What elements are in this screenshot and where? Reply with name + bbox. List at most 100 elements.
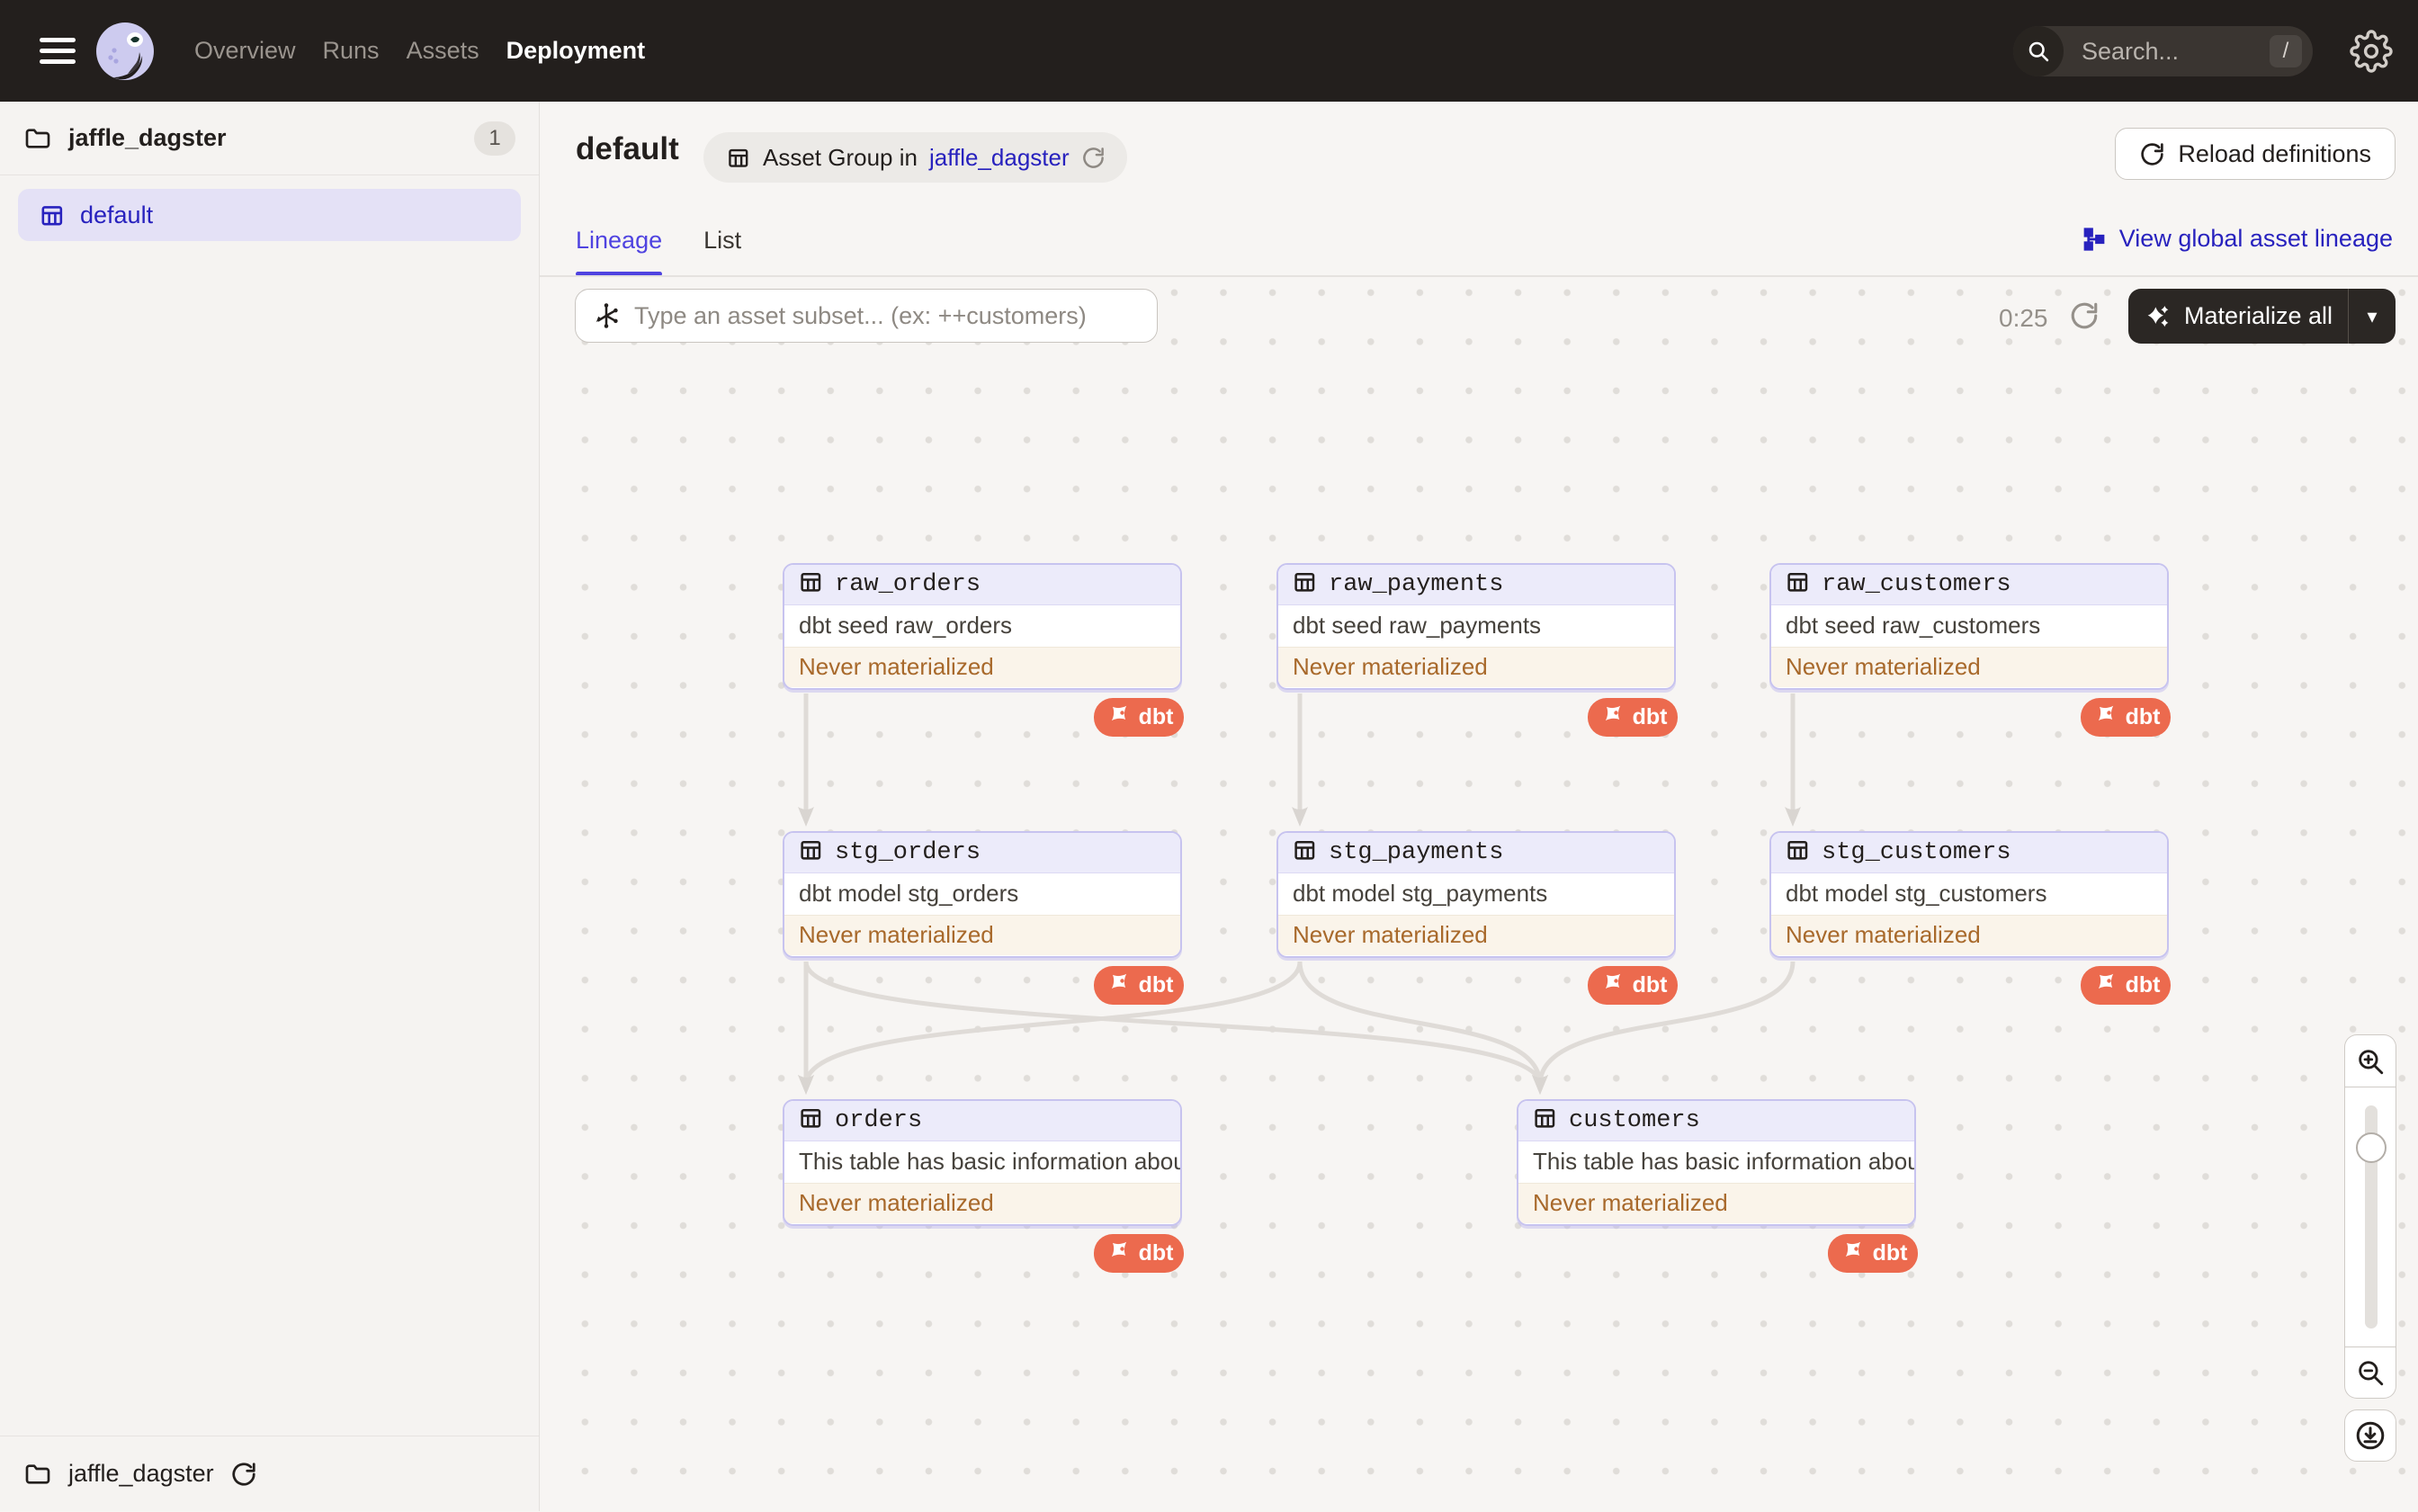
refresh-icon[interactable] [230, 1461, 257, 1488]
dbt-logo-icon [1599, 969, 1625, 1002]
asset-name: stg_customers [1822, 838, 2011, 866]
dbt-badge: dbt [1828, 1233, 1918, 1273]
asset-status: Never materialized [784, 646, 1180, 687]
lineage-icon [2083, 227, 2105, 251]
asset-node-stg_customers[interactable]: stg_customersdbt model stg_customers Neve… [1769, 830, 2169, 958]
download-icon [2356, 1421, 2385, 1450]
asset-node-header: raw_orders [784, 564, 1180, 605]
asset-status: Never materialized [1518, 1182, 1914, 1223]
nav-item-assets[interactable]: Assets [407, 37, 479, 65]
nav-item-overview[interactable]: Overview [194, 37, 296, 65]
code-location-link[interactable]: jaffle_dagster [929, 144, 1070, 172]
asset-group-count-badge: 1 [474, 121, 515, 156]
top-nav: Overview Runs Assets Deployment Search... / [0, 0, 2418, 102]
tab-list[interactable]: List [703, 221, 741, 276]
asset-name: raw_orders [835, 570, 981, 598]
gear-icon[interactable] [2350, 30, 2393, 73]
sidebar-footer-code-location[interactable]: jaffle_dagster [0, 1436, 539, 1511]
dbt-badge-label: dbt [1632, 971, 1668, 998]
table-icon [797, 837, 824, 868]
menu-icon[interactable] [40, 38, 76, 64]
tab-bar: Lineage List [576, 221, 741, 276]
chevron-down-icon: ▾ [2367, 304, 2378, 327]
asset-group-pill: Asset Group in jaffle_dagster [703, 132, 1127, 183]
zoom-in-button[interactable] [2344, 1034, 2396, 1087]
zoom-slider-handle[interactable] [2356, 1132, 2387, 1163]
materialize-all-button[interactable]: Materialize all ▾ [2128, 289, 2396, 344]
asset-node-orders[interactable]: orders This table has basic information a… [783, 1098, 1182, 1226]
asset-node-raw_customers[interactable]: raw_customers dbt seed raw_customers Never… [1769, 562, 2169, 690]
dbt-logo-icon [1105, 969, 1132, 1002]
dagster-logo-icon[interactable] [95, 22, 155, 81]
dbt-badge: dbt [1094, 1233, 1184, 1273]
table-icon [797, 568, 824, 600]
materialize-all-main[interactable]: Materialize all [2128, 289, 2349, 344]
asset-name: raw_payments [1329, 570, 1504, 598]
sidebar: jaffle_dagster 1 default jaffle_dagster [0, 102, 540, 1511]
asset-subset-placeholder: Type an asset subset... (ex: ++customers… [634, 301, 1087, 329]
asset-node-header: raw_payments [1278, 564, 1674, 605]
zoom-out-button[interactable] [2344, 1347, 2396, 1399]
asset-description: dbt model stg_customers [1786, 880, 2047, 907]
reload-definitions-button[interactable]: Reload definitions [2115, 128, 2396, 180]
folder-icon [25, 1463, 50, 1484]
dbt-logo-icon [1105, 701, 1132, 734]
dbt-badge-label: dbt [1138, 971, 1174, 998]
dbt-badge-label: dbt [1138, 1239, 1174, 1266]
refresh-icon[interactable] [1081, 146, 1106, 170]
asset-description: This table has basic information about .… [799, 1148, 1182, 1175]
zoom-in-icon [2359, 1049, 2384, 1074]
asset-node-stg_payments[interactable]: stg_paymentsdbt model stg_payments Never … [1276, 830, 1676, 958]
nav-links: Overview Runs Assets Deployment [194, 0, 645, 102]
tab-lineage[interactable]: Lineage [576, 221, 663, 276]
nav-item-deployment[interactable]: Deployment [506, 37, 646, 65]
sidebar-item-default-group[interactable]: default [18, 189, 521, 241]
asset-node-header: raw_customers [1771, 564, 2167, 605]
dbt-badge-label: dbt [1138, 703, 1174, 729]
asset-node-header: stg_payments [1278, 832, 1674, 873]
folder-icon [25, 128, 50, 148]
dbt-badge: dbt [1094, 697, 1184, 737]
view-global-asset-lineage-link[interactable]: View global asset lineage [2081, 225, 2393, 253]
asset-status: Never materialized [784, 1182, 1180, 1223]
asset-subset-input[interactable]: Type an asset subset... (ex: ++customers… [575, 289, 1158, 343]
asset-node-raw_orders[interactable]: raw_ordersdbt seed raw_orders Never mater… [783, 562, 1182, 690]
search-shortcut-badge: / [2270, 35, 2302, 67]
dbt-badge-label: dbt [1632, 703, 1668, 729]
refresh-icon [2141, 142, 2164, 166]
zoom-out-icon [2359, 1361, 2384, 1386]
dbt-badge: dbt [2081, 697, 2171, 737]
asset-group-icon [41, 205, 63, 225]
refresh-icon[interactable] [2069, 300, 2100, 331]
table-icon [1784, 568, 1811, 600]
asset-group-pill-text: Asset Group in [763, 143, 918, 171]
dbt-logo-icon [1105, 1237, 1132, 1270]
zoom-slider [2344, 1087, 2396, 1347]
asset-status: Never materialized [1771, 914, 2167, 955]
asset-node-raw_payments[interactable]: raw_payments dbt seed raw_payments Never m… [1276, 562, 1676, 690]
asset-description: dbt model stg_payments [1293, 880, 1548, 907]
asset-name: stg_payments [1329, 838, 1504, 866]
asset-node-stg_orders[interactable]: stg_orders dbt model stg_orders Never mate… [783, 830, 1182, 958]
table-icon [1291, 568, 1318, 600]
dbt-badge-label: dbt [2125, 703, 2161, 729]
asset-description: dbt seed raw_orders [799, 612, 1013, 639]
download-image-button[interactable] [2344, 1409, 2396, 1462]
lineage-canvas[interactable]: raw_ordersdbt seed raw_orders Never mater… [540, 276, 2418, 1512]
asset-name: stg_orders [835, 838, 981, 866]
asset-description: dbt seed raw_payments [1293, 612, 1542, 639]
dbt-logo-icon [1599, 701, 1625, 734]
lineage-edge-stg_payments-to-orders [798, 961, 1303, 1095]
asset-node-customers[interactable]: customers This table has basic informatio… [1517, 1098, 1916, 1226]
materialize-options-dropdown[interactable]: ▾ [2349, 289, 2396, 344]
sidebar-item-code-location[interactable]: jaffle_dagster 1 [0, 102, 539, 175]
nav-item-runs[interactable]: Runs [323, 37, 380, 65]
search-input[interactable]: Search... / [2013, 26, 2313, 76]
dbt-logo-icon [2091, 969, 2118, 1002]
search-placeholder: Search... [2082, 37, 2180, 65]
dbt-badge: dbt [1588, 697, 1678, 737]
table-icon [1291, 837, 1318, 868]
asset-name: customers [1569, 1106, 1700, 1134]
asset-status: Never materialized [1278, 914, 1674, 955]
asset-group-icon [729, 148, 748, 167]
